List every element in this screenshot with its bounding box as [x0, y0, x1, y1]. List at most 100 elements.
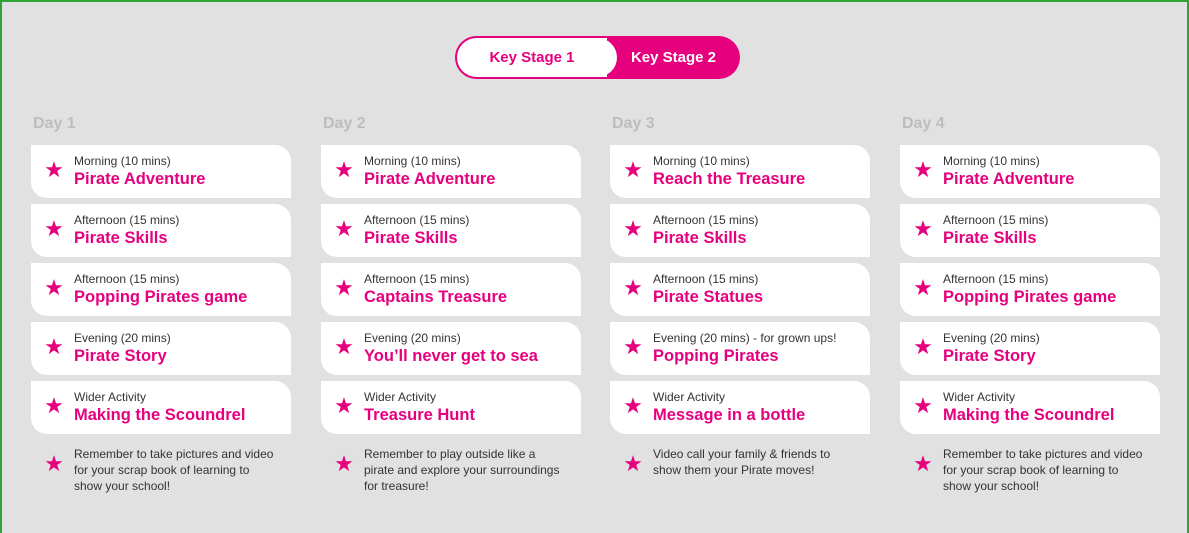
activity-time: Afternoon (15 mins): [943, 272, 1049, 286]
activity-title[interactable]: Captains Treasure: [364, 288, 507, 307]
activity-time: Evening (20 mins) - for grown ups!: [653, 331, 837, 345]
star-icon: ★: [623, 334, 643, 359]
activity-time: Wider Activity: [653, 390, 726, 404]
activity-time: Wider Activity: [74, 390, 147, 404]
activity-title[interactable]: Popping Pirates: [653, 347, 779, 366]
reminder-text: Remember to take pictures and video for …: [943, 447, 1143, 493]
activity-title[interactable]: Pirate Adventure: [943, 170, 1074, 189]
star-icon: ★: [44, 334, 64, 359]
activity-title[interactable]: Message in a bottle: [653, 406, 805, 425]
reminder-note: ★ Video call your family & friends to sh…: [610, 446, 870, 502]
activity-time: Afternoon (15 mins): [364, 213, 470, 227]
activity-card[interactable]: ★ Morning (10 mins) Pirate Adventure: [31, 145, 291, 198]
activity-time: Evening (20 mins): [74, 331, 171, 345]
reminder-note: ★ Remember to take pictures and video fo…: [900, 446, 1160, 502]
star-icon: ★: [44, 216, 64, 241]
activity-title[interactable]: Treasure Hunt: [364, 406, 475, 425]
star-icon: ★: [623, 157, 643, 182]
reminder-text: Remember to take pictures and video for …: [74, 447, 274, 493]
day-heading: Day 2: [323, 115, 366, 132]
activity-title[interactable]: Pirate Skills: [74, 229, 168, 248]
reminder-text: Video call your family & friends to show…: [653, 447, 831, 477]
activity-time: Afternoon (15 mins): [653, 213, 759, 227]
activity-title[interactable]: Making the Scoundrel: [74, 406, 245, 425]
star-icon: ★: [623, 216, 643, 241]
activity-time: Afternoon (15 mins): [74, 213, 180, 227]
activity-title[interactable]: Pirate Adventure: [74, 170, 205, 189]
activity-card[interactable]: ★ Morning (10 mins) Reach the Treasure: [610, 145, 870, 198]
key-stage-toggle: Key Stage 1 Key Stage 2: [455, 36, 740, 79]
star-icon: ★: [334, 216, 354, 241]
activity-card[interactable]: ★ Morning (10 mins) Pirate Adventure: [900, 145, 1160, 198]
reminder-note: ★ Remember to take pictures and video fo…: [31, 446, 291, 502]
activity-card[interactable]: ★ Afternoon (15 mins) Pirate Skills: [31, 204, 291, 257]
activity-card[interactable]: ★ Evening (20 mins) Pirate Story: [900, 322, 1160, 375]
star-icon: ★: [913, 393, 933, 418]
activity-card[interactable]: ★ Wider Activity Message in a bottle: [610, 381, 870, 434]
activity-time: Morning (10 mins): [653, 154, 750, 168]
activity-card[interactable]: ★ Afternoon (15 mins) Pirate Statues: [610, 263, 870, 316]
day-column-3: Day 3 ★ Morning (10 mins) Reach the Trea…: [610, 115, 870, 502]
star-icon: ★: [913, 275, 933, 300]
activity-card[interactable]: ★ Morning (10 mins) Pirate Adventure: [321, 145, 581, 198]
activity-time: Morning (10 mins): [74, 154, 171, 168]
day-column-1: Day 1 ★ Morning (10 mins) Pirate Adventu…: [31, 115, 291, 502]
day-heading: Day 3: [612, 115, 655, 132]
star-icon: ★: [623, 451, 643, 476]
activity-title[interactable]: Popping Pirates game: [74, 288, 247, 307]
activity-title[interactable]: Pirate Skills: [943, 229, 1037, 248]
day-heading: Day 1: [33, 115, 76, 132]
star-icon: ★: [913, 334, 933, 359]
activity-card[interactable]: ★ Afternoon (15 mins) Popping Pirates ga…: [900, 263, 1160, 316]
star-icon: ★: [913, 157, 933, 182]
star-icon: ★: [623, 393, 643, 418]
tab-key-stage-1[interactable]: Key Stage 1: [457, 38, 617, 77]
day-column-4: Day 4 ★ Morning (10 mins) Pirate Adventu…: [900, 115, 1160, 502]
activity-title[interactable]: Reach the Treasure: [653, 170, 805, 189]
activity-card[interactable]: ★ Wider Activity Treasure Hunt: [321, 381, 581, 434]
activity-time: Evening (20 mins): [943, 331, 1040, 345]
star-icon: ★: [334, 334, 354, 359]
star-icon: ★: [44, 451, 64, 476]
activity-title[interactable]: Pirate Skills: [653, 229, 747, 248]
activity-time: Afternoon (15 mins): [943, 213, 1049, 227]
star-icon: ★: [44, 157, 64, 182]
tab-key-stage-2[interactable]: Key Stage 2: [607, 36, 740, 79]
star-icon: ★: [334, 393, 354, 418]
activity-card[interactable]: ★ Wider Activity Making the Scoundrel: [900, 381, 1160, 434]
activity-card[interactable]: ★ Afternoon (15 mins) Pirate Skills: [321, 204, 581, 257]
day-heading: Day 4: [902, 115, 945, 132]
activity-time: Wider Activity: [364, 390, 437, 404]
activity-time: Morning (10 mins): [364, 154, 461, 168]
activity-card[interactable]: ★ Afternoon (15 mins) Popping Pirates ga…: [31, 263, 291, 316]
activity-card[interactable]: ★ Evening (20 mins) Pirate Story: [31, 322, 291, 375]
star-icon: ★: [44, 275, 64, 300]
star-icon: ★: [913, 451, 933, 476]
activity-title[interactable]: Pirate Adventure: [364, 170, 495, 189]
activity-card[interactable]: ★ Afternoon (15 mins) Pirate Skills: [610, 204, 870, 257]
activity-time: Morning (10 mins): [943, 154, 1040, 168]
activity-title[interactable]: Pirate Skills: [364, 229, 458, 248]
activity-title[interactable]: Pirate Story: [943, 347, 1036, 366]
activity-time: Evening (20 mins): [364, 331, 461, 345]
reminder-text: Remember to play outside like a pirate a…: [364, 447, 560, 493]
star-icon: ★: [623, 275, 643, 300]
activity-title[interactable]: Pirate Statues: [653, 288, 763, 307]
activity-card[interactable]: ★ Evening (20 mins) - for grown ups! Pop…: [610, 322, 870, 375]
star-icon: ★: [334, 157, 354, 182]
reminder-note: ★ Remember to play outside like a pirate…: [321, 446, 581, 502]
star-icon: ★: [334, 275, 354, 300]
star-icon: ★: [913, 216, 933, 241]
day-column-2: Day 2 ★ Morning (10 mins) Pirate Adventu…: [321, 115, 581, 502]
activity-title[interactable]: You’ll never get to sea: [364, 347, 538, 366]
activity-time: Afternoon (15 mins): [364, 272, 470, 286]
activity-card[interactable]: ★ Afternoon (15 mins) Captains Treasure: [321, 263, 581, 316]
activity-time: Afternoon (15 mins): [74, 272, 180, 286]
activity-card[interactable]: ★ Evening (20 mins) You’ll never get to …: [321, 322, 581, 375]
activity-title[interactable]: Making the Scoundrel: [943, 406, 1114, 425]
schedule-page: Key Stage 1 Key Stage 2 Day 1 ★ Morning …: [2, 2, 1187, 533]
activity-title[interactable]: Popping Pirates game: [943, 288, 1116, 307]
activity-card[interactable]: ★ Afternoon (15 mins) Pirate Skills: [900, 204, 1160, 257]
activity-card[interactable]: ★ Wider Activity Making the Scoundrel: [31, 381, 291, 434]
activity-title[interactable]: Pirate Story: [74, 347, 167, 366]
